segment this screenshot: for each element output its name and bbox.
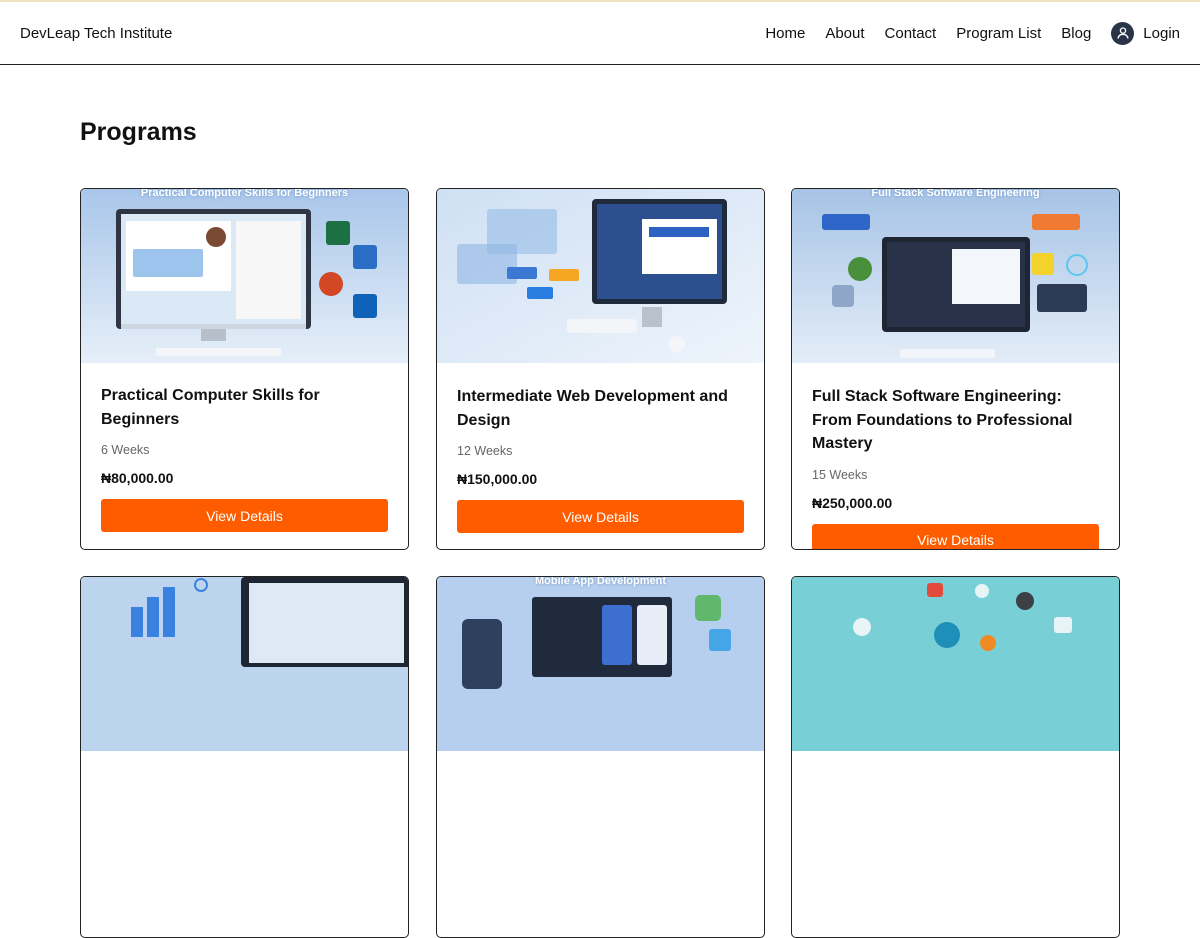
view-details-button[interactable]: View Details (101, 499, 388, 532)
login-button[interactable]: Login (1111, 21, 1180, 45)
nav-home[interactable]: Home (765, 25, 805, 42)
brand-link[interactable]: DevLeap Tech Institute (20, 25, 172, 42)
program-card (791, 576, 1120, 938)
program-price: ₦250,000.00 (812, 494, 893, 511)
program-card: Mobile App Development (436, 576, 765, 938)
program-title: Full Stack Software Engineering: From Fo… (812, 388, 1073, 452)
program-price: ₦150,000.00 (457, 471, 538, 487)
image-caption: Practical Computer Skills for Beginners (140, 189, 349, 199)
page-title: Programs (80, 118, 197, 146)
program-card: Practical Computer Skills for Beginners … (80, 188, 409, 550)
program-duration: 12 Weeks (457, 444, 513, 458)
program-image (437, 189, 764, 363)
program-image: Full Stack Software Engineering (792, 189, 1119, 363)
program-card: Intermediate Web Development and Design … (436, 188, 765, 550)
user-avatar-icon (1111, 21, 1135, 45)
program-title: Practical Computer Skills for Beginners (101, 387, 320, 428)
program-image (81, 577, 408, 751)
nav-contact[interactable]: Contact (885, 25, 937, 42)
main-menu: Home About Contact Program List Blog Log… (765, 21, 1180, 45)
program-duration: 15 Weeks (812, 467, 868, 482)
navbar: DevLeap Tech Institute Home About Contac… (0, 2, 1200, 65)
login-label: Login (1143, 24, 1180, 42)
image-caption: Full Stack Software Engineering (871, 189, 1040, 199)
program-card: Full Stack Software Engineering Full Sta… (791, 188, 1120, 550)
image-caption: Mobile App Development (535, 577, 666, 587)
program-price: ₦80,000.00 (101, 470, 174, 486)
program-card (80, 576, 409, 938)
nav-about[interactable]: About (825, 25, 864, 42)
program-image: Practical Computer Skills for Beginners (81, 189, 408, 363)
view-details-button[interactable]: View Details (457, 500, 744, 533)
program-image (792, 577, 1119, 751)
nav-program-list[interactable]: Program List (956, 25, 1041, 42)
nav-blog[interactable]: Blog (1061, 25, 1091, 42)
program-image: Mobile App Development (437, 577, 764, 751)
view-details-button[interactable]: View Details (812, 523, 1099, 549)
program-duration: 6 Weeks (101, 443, 150, 457)
program-title: Intermediate Web Development and Design (457, 388, 728, 429)
